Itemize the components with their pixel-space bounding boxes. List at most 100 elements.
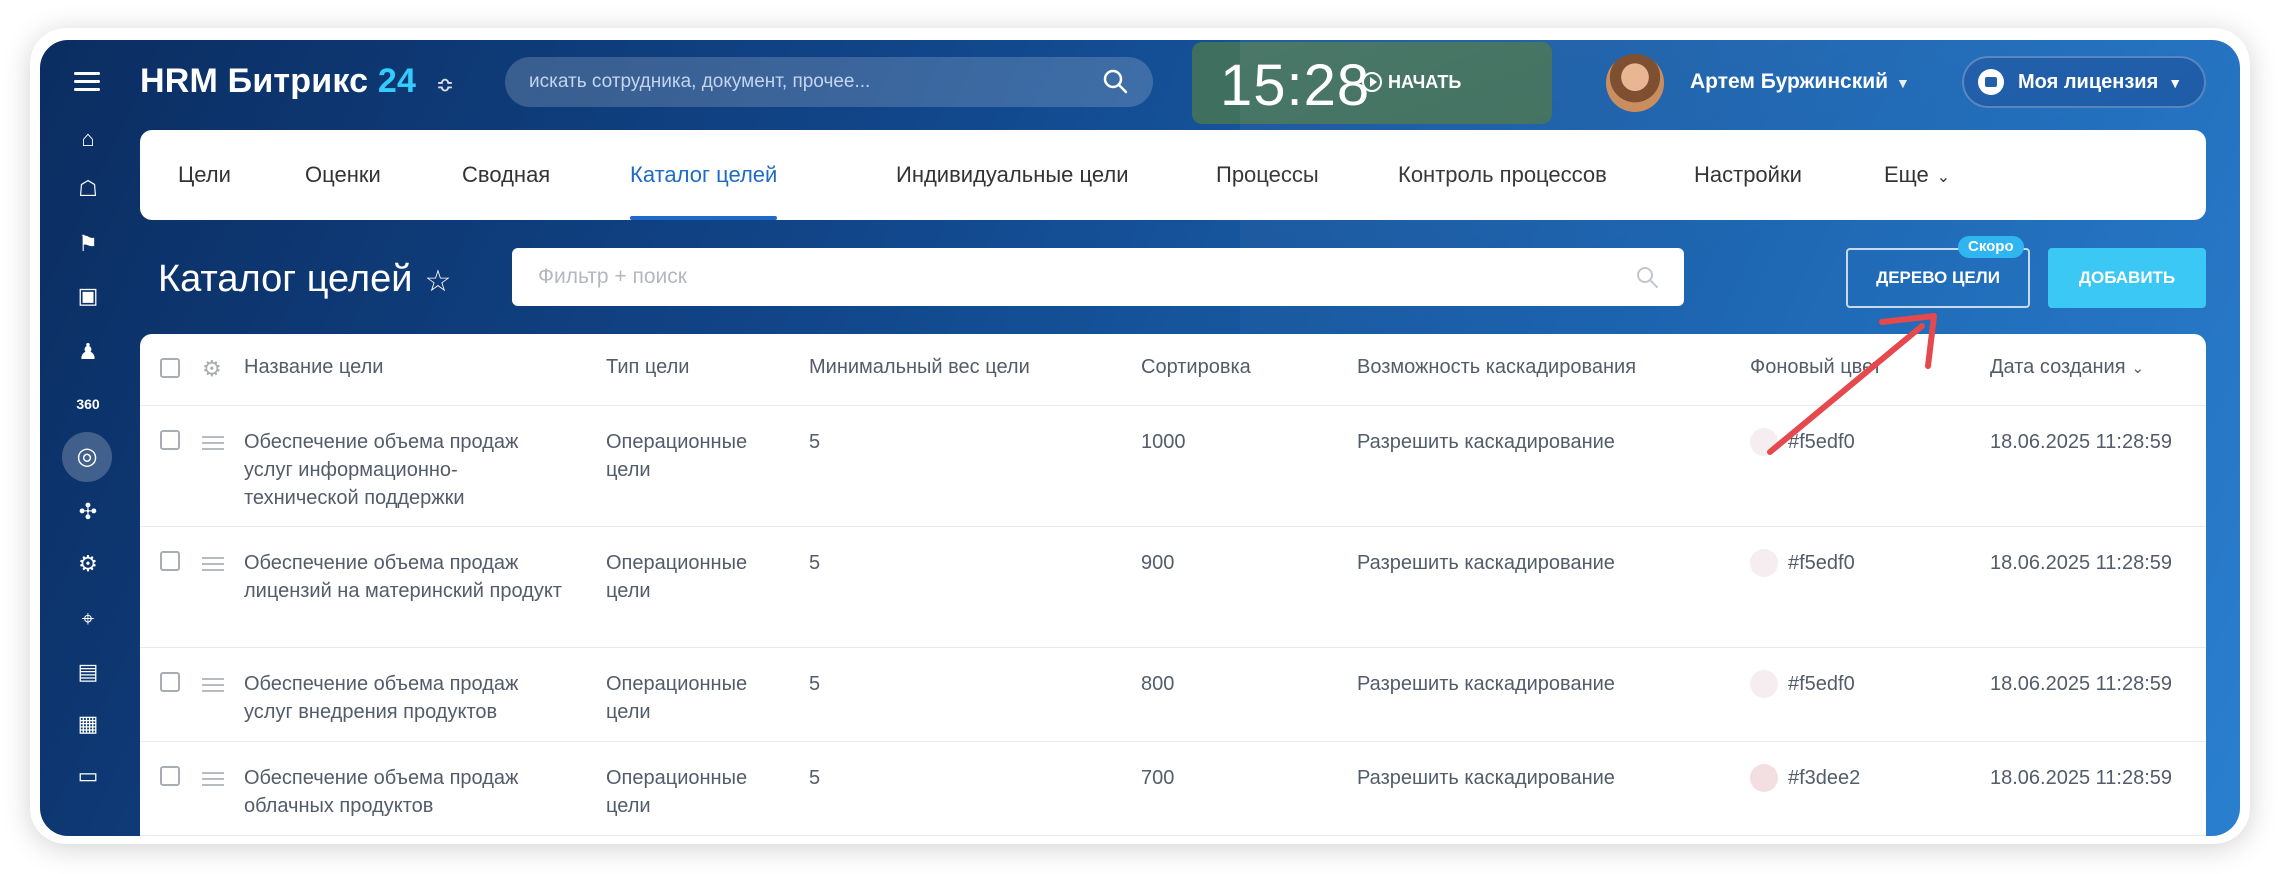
news-icon[interactable]: ▤: [74, 658, 102, 686]
soon-badge: Скоро: [1958, 236, 2024, 258]
cell-cascade: Разрешить каскадирование: [1357, 673, 1615, 695]
menu-icon[interactable]: [74, 72, 100, 92]
license-button[interactable]: Моя лицензия ▼: [1962, 56, 2206, 108]
cell-bg-color: #f5edf0: [1788, 431, 1855, 453]
sort-desc-icon: ⌄: [2131, 360, 2145, 377]
star-icon[interactable]: ☆: [424, 265, 451, 298]
tab-goals[interactable]: Цели: [178, 130, 231, 220]
page-title-text: Каталог целей: [158, 258, 413, 300]
goals-table: ⚙ Название цели Тип цели Минимальный вес…: [140, 334, 2206, 836]
work-time-widget[interactable]: 15:28 НАЧАТЬ: [1192, 42, 1552, 124]
drag-handle-icon[interactable]: [202, 557, 224, 571]
tasks-icon[interactable]: ⚑: [74, 230, 102, 258]
cell-name[interactable]: Обеспечение объема продаж лицензий на ма…: [244, 549, 564, 605]
column-header-name[interactable]: Название цели: [244, 356, 383, 379]
select-all-checkbox[interactable]: [160, 358, 180, 378]
table-row[interactable]: Обеспечение объема продаж лицензий на ма…: [140, 527, 2206, 648]
home-icon[interactable]: ⌂: [74, 125, 102, 153]
brand-name: HRM Битрикс: [140, 62, 369, 100]
cell-min-weight: 5: [809, 431, 821, 453]
row-checkbox[interactable]: [160, 672, 180, 692]
calendar-icon[interactable]: ▦: [74, 710, 102, 738]
color-swatch: [1750, 764, 1778, 792]
column-header-created[interactable]: Дата создания ⌄: [1990, 356, 2144, 379]
column-header-bg-color[interactable]: Фоновый цвет: [1750, 356, 1882, 379]
column-header-min-weight[interactable]: Минимальный вес цели: [809, 356, 1030, 379]
column-header-type[interactable]: Тип цели: [606, 356, 689, 379]
filter-search-input[interactable]: [538, 248, 1618, 306]
global-search-input[interactable]: [529, 57, 1089, 107]
search-icon[interactable]: [1634, 264, 1660, 290]
chevron-down-icon: ▼: [2168, 75, 2183, 91]
brand-logo[interactable]: HRM Битрикс 24 ≎: [140, 62, 454, 101]
column-header-sort[interactable]: Сортировка: [1141, 356, 1251, 379]
play-icon: [1362, 72, 1382, 92]
cell-sort: 700: [1141, 767, 1175, 789]
cell-min-weight: 5: [809, 767, 821, 789]
cell-type: Операционные цели: [606, 431, 748, 481]
user-menu[interactable]: Артем Буржинский ▼: [1690, 70, 1910, 94]
tab-more[interactable]: Еще ⌄: [1884, 130, 1950, 220]
start-workday-button[interactable]: НАЧАТЬ: [1362, 72, 1461, 93]
brand-settings-icon[interactable]: ≎: [436, 72, 455, 97]
tab-summary[interactable]: Сводная: [462, 130, 550, 220]
page-title: Каталог целей ☆: [158, 258, 451, 301]
search-icon[interactable]: [1101, 67, 1129, 95]
table-row[interactable]: Обеспечение объема продаж услуг внедрени…: [140, 648, 2206, 742]
integrations-icon[interactable]: ⚙: [74, 550, 102, 578]
gear-icon[interactable]: ⚙: [202, 356, 222, 382]
column-header-created-label: Дата создания: [1990, 356, 2126, 378]
cell-type: Операционные цели: [606, 552, 748, 602]
row-checkbox[interactable]: [160, 766, 180, 786]
color-swatch: [1750, 428, 1778, 456]
tab-settings[interactable]: Настройки: [1694, 130, 1802, 220]
screenshot-frame: ⌂ ☖ ⚑ ▣ ♟ 360 ◎ ✣ ⚙ ⌖ ▤ ▦ ▭ HRM Битрикс …: [30, 28, 2250, 844]
tab-goal-catalog[interactable]: Каталог целей: [630, 130, 778, 220]
cell-type: Операционные цели: [606, 673, 748, 723]
filter-search: [512, 248, 1684, 306]
drag-handle-icon[interactable]: [202, 436, 224, 450]
table-row[interactable]: Обеспечение объема продаж услуг информац…: [140, 406, 2206, 527]
cell-type: Операционные цели: [606, 767, 748, 817]
cell-created: 18.06.2025 11:28:59: [1990, 431, 2173, 453]
license-label: Моя лицензия: [2018, 71, 2159, 93]
games-icon[interactable]: ✣: [74, 498, 102, 526]
tab-evaluations[interactable]: Оценки: [305, 130, 381, 220]
add-button[interactable]: ДОБАВИТЬ: [2048, 248, 2206, 308]
drag-handle-icon[interactable]: [202, 772, 224, 786]
tab-process-control[interactable]: Контроль процессов: [1398, 130, 1607, 220]
cell-sort: 900: [1141, 552, 1175, 574]
avatar[interactable]: [1606, 54, 1664, 112]
cell-cascade: Разрешить каскадирование: [1357, 431, 1615, 453]
tab-individual-goals[interactable]: Индивидуальные цели: [896, 130, 1128, 220]
cell-bg-color: #f5edf0: [1788, 552, 1855, 574]
education-icon[interactable]: ♟: [74, 338, 102, 366]
cell-bg-color: #f3dee2: [1788, 767, 1861, 789]
brand-number: 24: [377, 62, 417, 100]
color-swatch: [1750, 549, 1778, 577]
table-row[interactable]: Обеспечение объема продаж облачных проду…: [140, 742, 2206, 836]
cell-min-weight: 5: [809, 673, 821, 695]
tab-processes[interactable]: Процессы: [1216, 130, 1319, 220]
documents-icon[interactable]: ▣: [74, 282, 102, 310]
chevron-down-icon: ⌄: [1936, 169, 1951, 186]
drag-handle-icon[interactable]: [202, 678, 224, 692]
cell-name[interactable]: Обеспечение объема продаж услуг информац…: [244, 428, 564, 512]
chevron-down-icon: ▼: [1896, 75, 1910, 91]
cell-cascade: Разрешить каскадирование: [1357, 767, 1615, 789]
cell-bg-color: #f5edf0: [1788, 673, 1855, 695]
row-checkbox[interactable]: [160, 430, 180, 450]
app-window: ⌂ ☖ ⚑ ▣ ♟ 360 ◎ ✣ ⚙ ⌖ ▤ ▦ ▭ HRM Битрикс …: [40, 40, 2240, 836]
cell-name[interactable]: Обеспечение объема продаж услуг внедрени…: [244, 670, 564, 726]
row-checkbox[interactable]: [160, 551, 180, 571]
feedback-360-icon[interactable]: 360: [74, 390, 102, 418]
cell-created: 18.06.2025 11:28:59: [1990, 673, 2173, 695]
drive-icon[interactable]: ▭: [74, 762, 102, 790]
column-header-cascade[interactable]: Возможность каскадирования: [1357, 356, 1636, 379]
global-search: [505, 57, 1153, 107]
map-icon[interactable]: ⌖: [74, 605, 102, 633]
cell-name[interactable]: Обеспечение объема продаж облачных проду…: [244, 764, 564, 820]
cell-sort: 1000: [1141, 431, 1186, 453]
goals-icon[interactable]: ◎: [62, 432, 112, 482]
company-icon[interactable]: ☖: [74, 175, 102, 203]
